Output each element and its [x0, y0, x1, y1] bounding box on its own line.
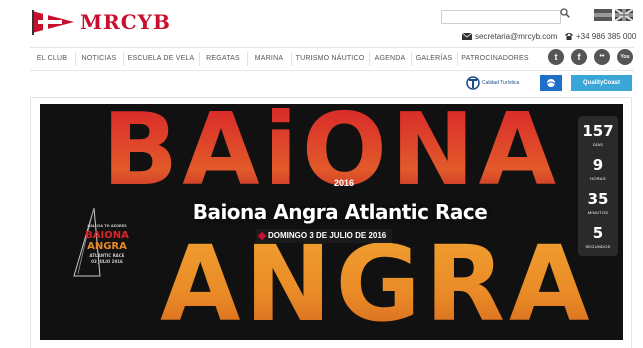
mini-logo-line2: BAIONA — [85, 230, 129, 241]
hero-banner[interactable]: BAiONA ANGRA 2016 Baiona Angra Atlantic … — [40, 104, 623, 340]
hero-big-title-bottom: ANGRA — [160, 223, 594, 340]
countdown-seconds-label: SEGUNDOS — [585, 244, 611, 249]
facebook-icon[interactable]: f — [571, 49, 587, 65]
quality-coast-label: QualityCoast — [582, 80, 620, 86]
nav-item-agenda[interactable]: AGENDA — [370, 48, 410, 70]
club-burgee-icon[interactable] — [30, 9, 76, 35]
mini-logo-line4: ATLANTIC RACE — [89, 253, 125, 258]
blue-flag-icon[interactable] — [540, 75, 562, 91]
hero-year: 2016 — [333, 178, 355, 188]
mini-logo-line3: ANGRA — [87, 241, 127, 252]
race-mini-logo: GALICIA TO AZORES BAIONA ANGRA ATLANTIC … — [62, 206, 132, 296]
main-nav: EL CLUB NOTICIAS ESCUELA DE VELA REGATAS… — [30, 47, 634, 71]
twitter-icon[interactable]: t — [548, 49, 564, 65]
mini-logo-line5: 03 JULIO 2016 — [91, 259, 123, 264]
logo-text[interactable]: MRCYB — [80, 10, 171, 34]
search-input[interactable] — [441, 10, 561, 24]
youtube-icon[interactable]: You — [617, 49, 633, 65]
countdown-days: 157 — [582, 122, 614, 140]
hero-title: Baiona Angra Atlantic Race — [192, 200, 488, 224]
countdown-minutes-label: MINUTOS — [587, 210, 609, 215]
countdown-hours: 9 — [592, 156, 604, 174]
nav-item-turismo-nautico[interactable]: TURISMO NÁUTICO — [292, 48, 368, 70]
nav-item-el-club[interactable]: EL CLUB — [30, 48, 74, 70]
nav-item-regatas[interactable]: REGATAS — [200, 48, 246, 70]
countdown-panel: 157 DÍAS 9 HORAS 35 MINUTOS 5 SEGUNDOS — [578, 116, 618, 256]
nav-item-noticias[interactable]: NOTICIAS — [76, 48, 122, 70]
nav-item-escuela-de-vela[interactable]: ESCUELA DE VELA — [124, 48, 198, 70]
phone-icon — [565, 33, 573, 40]
countdown-days-label: DÍAS — [592, 142, 604, 147]
search-icon[interactable] — [558, 8, 572, 22]
hero-date: DOMINGO 3 DE JULIO DE 2016 — [256, 229, 393, 243]
email-link[interactable]: secretaria@mrcyb.com — [475, 32, 557, 41]
uk-flag-icon[interactable] — [615, 9, 633, 21]
countdown-seconds: 5 — [592, 224, 604, 242]
nav-item-patrocinadores[interactable]: PATROCINADORES — [458, 48, 532, 70]
quality-coast-badge[interactable]: QualityCoast — [571, 75, 632, 91]
countdown-hours-label: HORAS — [590, 176, 606, 181]
countdown-minutes: 35 — [587, 190, 609, 208]
spanish-flag-icon[interactable] — [594, 9, 612, 21]
calidad-turistica-badge[interactable]: Calidad Turística — [466, 75, 522, 91]
mail-icon — [462, 33, 472, 40]
nav-item-marina[interactable]: MARINA — [248, 48, 290, 70]
flickr-icon[interactable]: •• — [594, 49, 610, 65]
mini-logo-line1: GALICIA TO AZORES — [87, 224, 127, 228]
calidad-turistica-label: Calidad Turística — [482, 80, 520, 86]
nav-item-galerias[interactable]: GALERÍAS — [412, 48, 456, 70]
phone-number[interactable]: +34 986 385 000 — [576, 32, 636, 41]
